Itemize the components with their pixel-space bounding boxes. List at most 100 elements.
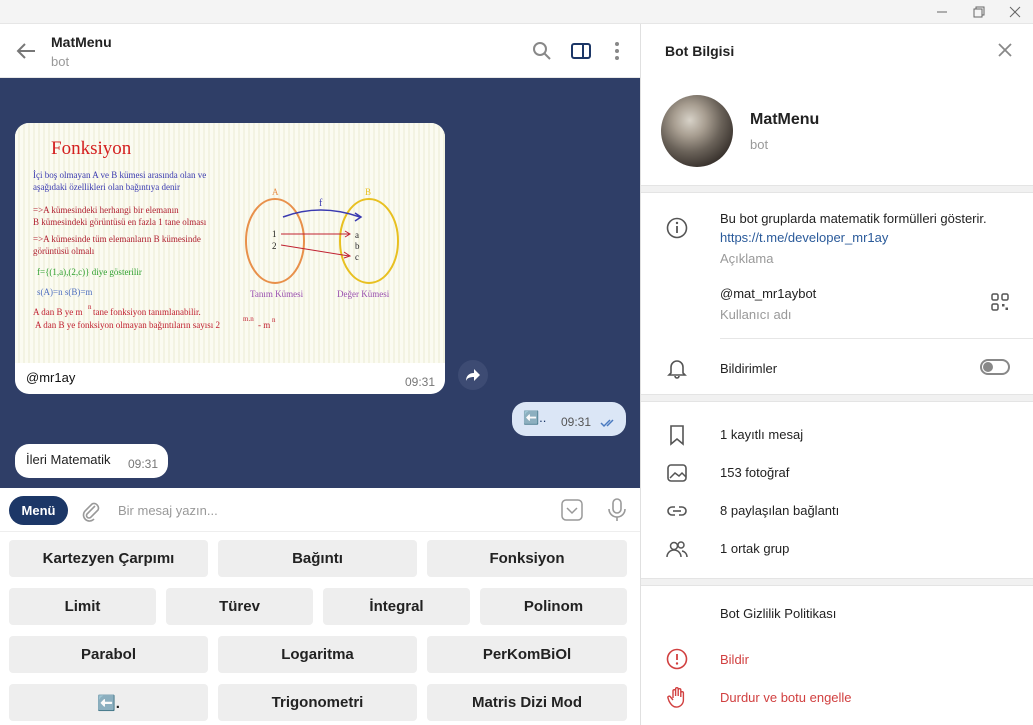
image-line: s(A)=n s(B)=m — [37, 287, 92, 297]
keyboard-button[interactable]: Polinom — [480, 588, 627, 625]
description-label: Açıklama — [720, 251, 774, 266]
keyboard-button[interactable]: Matris Dizi Mod — [427, 684, 627, 721]
minimize-icon[interactable] — [927, 0, 957, 24]
notifications-label: Bildirimler — [720, 361, 778, 376]
chat-header: MatMenu bot — [0, 24, 640, 78]
link-icon — [666, 500, 688, 522]
avatar[interactable] — [661, 95, 733, 167]
photo-caption[interactable]: @mr1ay — [26, 370, 75, 385]
description-link[interactable]: https://t.me/developer_mr1ay — [720, 230, 888, 245]
keyboard-button[interactable]: Logaritma — [218, 636, 417, 673]
diagram-set-a: A — [272, 187, 279, 197]
diagram-set-b: B — [365, 187, 371, 197]
keyboard-button[interactable]: PerKomBiOl — [427, 636, 627, 673]
toggle-knob — [983, 362, 993, 372]
privacy-policy-link[interactable]: Bot Gizlilik Politikası — [720, 606, 836, 621]
forward-icon[interactable] — [458, 360, 488, 390]
message-time: 09:31 — [128, 457, 159, 471]
keyboard-button[interactable]: Limit — [9, 588, 156, 625]
keyboard-toggle-icon[interactable] — [561, 499, 583, 526]
stat-saved-messages[interactable]: 1 kayıtlı mesaj — [720, 427, 803, 442]
section-divider — [641, 394, 1033, 402]
chat-title[interactable]: MatMenu — [51, 34, 112, 50]
section-divider — [641, 185, 1033, 193]
keyboard-button[interactable]: Parabol — [9, 636, 208, 673]
message-time: 09:31 — [404, 375, 435, 389]
image-line: n — [272, 316, 276, 324]
panel-title: Bot Bilgisi — [665, 43, 735, 59]
more-vertical-icon[interactable] — [606, 40, 628, 62]
image-line: =>A kümesindeki herhangi bir elemanın — [33, 205, 179, 215]
diagram-a-item: 1 — [272, 229, 277, 239]
keyboard-button[interactable]: İntegral — [323, 588, 470, 625]
message-list[interactable]: Fonksiyon İçi boş olmayan A ve B kümesi … — [0, 78, 640, 488]
stat-common-groups[interactable]: 1 ortak grup — [720, 541, 789, 556]
keyboard-button[interactable]: Bağıntı — [218, 540, 417, 577]
double-check-icon — [600, 415, 618, 433]
image-line: A dan B ye fonksiyon olmayan bağıntıları… — [35, 320, 220, 330]
bot-description: Bu bot gruplarda matematik formülleri gö… — [720, 211, 987, 226]
stop-hand-icon — [666, 686, 688, 708]
bot-keyboard: Kartezyen Çarpımı Bağıntı Fonksiyon Limi… — [0, 532, 640, 725]
image-title: Fonksiyon — [51, 138, 132, 159]
username-label: Kullanıcı adı — [720, 307, 792, 322]
diagram-a-item: 2 — [272, 241, 277, 251]
image-line: görüntüsü olmalı — [33, 246, 95, 256]
composer: Menü Bir mesaj yazın... — [0, 488, 640, 532]
bot-name: MatMenu — [750, 111, 820, 128]
bot-type: bot — [750, 137, 769, 152]
incoming-message[interactable]: İleri Matematik 09:31 — [15, 444, 168, 478]
image-line: - m — [258, 320, 270, 330]
diagram-b-item: b — [355, 241, 360, 251]
image-line: B kümesindeki görüntüsü en fazla 1 tane … — [33, 217, 207, 227]
bot-username[interactable]: @mat_mr1aybot — [720, 286, 816, 301]
microphone-icon[interactable] — [606, 498, 628, 527]
report-icon — [666, 648, 688, 670]
diagram-b-item: a — [355, 230, 359, 240]
image-line: İçi boş olmayan A ve B kümesi arasında o… — [33, 170, 206, 180]
keyboard-button[interactable]: ⬅️. — [9, 684, 208, 721]
image-line: =>A kümesinde tüm elemanların B kümesind… — [33, 234, 201, 244]
notifications-toggle[interactable] — [980, 359, 1010, 375]
chat-subtitle: bot — [51, 54, 70, 69]
attach-icon[interactable] — [80, 500, 102, 527]
stat-photos[interactable]: 153 fotoğraf — [720, 465, 789, 480]
bot-menu-button[interactable]: Menü — [9, 496, 68, 525]
image-line: tane fonksiyon tanımlanabilir. — [93, 307, 201, 317]
window-titlebar — [0, 0, 1033, 24]
close-icon[interactable] — [1000, 0, 1030, 24]
image-line: A dan B ye m — [33, 307, 83, 317]
keyboard-button[interactable]: Türev — [166, 588, 313, 625]
keyboard-button[interactable]: Kartezyen Çarpımı — [9, 540, 208, 577]
close-icon[interactable] — [997, 42, 1013, 63]
bot-info-panel: Bot Bilgisi MatMenu bot Bu bot gruplarda… — [641, 24, 1033, 725]
keyboard-button[interactable]: Trigonometri — [218, 684, 417, 721]
image-line: m.n — [243, 315, 254, 323]
function-lesson-image[interactable]: Fonksiyon İçi boş olmayan A ve B kümesi … — [15, 123, 445, 363]
image-line: f={(1,a),(2,c)} diye gösterilir — [37, 267, 142, 277]
report-button[interactable]: Bildir — [720, 652, 749, 667]
group-icon — [666, 538, 688, 560]
sidebar-toggle-icon[interactable] — [570, 40, 592, 62]
stat-links[interactable]: 8 paylaşılan bağlantı — [720, 503, 839, 518]
message-input[interactable]: Bir mesaj yazın... — [118, 503, 218, 518]
search-icon[interactable] — [531, 40, 553, 62]
outgoing-message[interactable]: ⬅️.. 09:31 — [512, 402, 626, 436]
block-bot-button[interactable]: Durdur ve botu engelle — [720, 690, 852, 705]
chat-pane: MatMenu bot Fonksiyon İçi boş olmayan A … — [0, 24, 640, 725]
back-arrow-icon[interactable] — [15, 41, 37, 61]
incoming-text: İleri Matematik — [26, 452, 111, 467]
photo-message[interactable]: Fonksiyon İçi boş olmayan A ve B kümesi … — [15, 123, 445, 394]
diagram-a-caption: Tanım Kümesi — [250, 289, 304, 299]
bookmark-icon — [666, 424, 688, 446]
qr-code-icon[interactable] — [991, 293, 1013, 315]
restore-icon[interactable] — [964, 0, 994, 24]
image-line: n — [88, 303, 92, 311]
info-icon — [666, 217, 688, 239]
outgoing-text: ⬅️.. — [523, 410, 547, 425]
bell-icon — [666, 357, 688, 379]
photo-icon — [666, 462, 688, 484]
diagram-b-caption: Değer Kümesi — [337, 289, 390, 299]
section-divider — [641, 578, 1033, 586]
keyboard-button[interactable]: Fonksiyon — [427, 540, 627, 577]
